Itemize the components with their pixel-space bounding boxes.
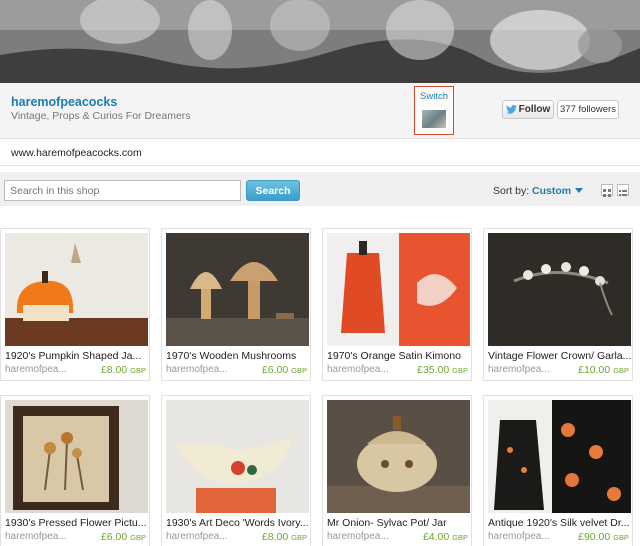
- listing-price: £35.00 GBP: [417, 364, 468, 376]
- listing-price: £10.00 GBP: [578, 364, 629, 376]
- listing-card[interactable]: 1970's Wooden Mushrooms haremofpea... £6…: [161, 228, 311, 381]
- price-value: £10.00: [578, 364, 611, 376]
- listing-title[interactable]: Mr Onion- Sylvac Pot/ Jar: [327, 517, 470, 529]
- sort-dropdown[interactable]: Custom: [532, 185, 571, 197]
- listing-shop-name[interactable]: haremofpea...: [5, 531, 67, 542]
- price-value: £6.00: [100, 531, 128, 543]
- price-value: £8.00: [100, 364, 128, 376]
- sort-label: Sort by:: [493, 185, 530, 197]
- listing-image-gravy-boat[interactable]: [166, 400, 309, 513]
- listing-image-onion-pot[interactable]: [327, 400, 470, 513]
- follow-label: Follow: [518, 104, 551, 115]
- followers-count[interactable]: 377 followers: [557, 100, 619, 119]
- listing-price: £4.00 GBP: [423, 531, 468, 543]
- price-currency: GBP: [130, 366, 146, 375]
- listing-card[interactable]: Vintage Flower Crown/ Garla... haremofpe…: [483, 228, 633, 381]
- listing-card[interactable]: 1930's Pressed Flower Pictu... haremofpe…: [0, 395, 150, 546]
- shop-url-link[interactable]: www.haremofpeacocks.com: [11, 147, 142, 159]
- listing-shop-name[interactable]: haremofpea...: [488, 364, 550, 375]
- listing-price: £90.00 GBP: [578, 531, 629, 543]
- listing-price: £8.00 GBP: [262, 531, 307, 543]
- listing-price: £6.00 GBP: [262, 364, 307, 376]
- listing-title[interactable]: 1970's Orange Satin Kimono: [327, 350, 470, 362]
- listing-shop-name[interactable]: haremofpea...: [166, 364, 228, 375]
- listing-image-flower-crown[interactable]: [488, 233, 631, 346]
- listing-title[interactable]: 1970's Wooden Mushrooms: [166, 350, 309, 362]
- price-currency: GBP: [452, 533, 468, 542]
- chevron-down-icon[interactable]: [575, 188, 583, 193]
- listing-card[interactable]: Antique 1920's Silk velvet Dr... haremof…: [483, 395, 633, 546]
- price-value: £90.00: [578, 531, 611, 543]
- listing-card[interactable]: Mr Onion- Sylvac Pot/ Jar haremofpea... …: [322, 395, 472, 546]
- listing-card[interactable]: 1920's Pumpkin Shaped Ja... haremofpea..…: [0, 228, 150, 381]
- listing-price: £6.00 GBP: [101, 531, 146, 543]
- switch-label: Switch: [420, 91, 448, 102]
- listing-shop-name[interactable]: haremofpea...: [327, 531, 389, 542]
- shop-header: haremofpeacocks Vintage, Props & Curios …: [0, 83, 640, 139]
- grid-view-icon[interactable]: [601, 184, 613, 197]
- search-button[interactable]: Search: [246, 180, 300, 201]
- switch-thumbnail: [421, 109, 447, 129]
- price-currency: GBP: [613, 366, 629, 375]
- price-value: £35.00: [417, 364, 450, 376]
- price-value: £4.00: [422, 531, 450, 543]
- listing-image-pumpkin-jar[interactable]: [5, 233, 148, 346]
- listing-card[interactable]: 1930's Art Deco 'Words Ivory... haremofp…: [161, 395, 311, 546]
- switch-button[interactable]: Switch: [414, 86, 454, 135]
- shop-tagline: Vintage, Props & Curios For Dreamers: [11, 110, 191, 122]
- listing-price: £8.00 GBP: [101, 364, 146, 376]
- listing-image-pressed-flower[interactable]: [5, 400, 148, 513]
- listing-title[interactable]: 1930's Pressed Flower Pictu...: [5, 517, 148, 529]
- listing-image-orange-kimono[interactable]: [327, 233, 470, 346]
- listing-title[interactable]: 1930's Art Deco 'Words Ivory...: [166, 517, 309, 529]
- listing-card[interactable]: 1970's Orange Satin Kimono haremofpea...…: [322, 228, 472, 381]
- shop-url-row: www.haremofpeacocks.com: [0, 140, 640, 166]
- price-currency: GBP: [452, 366, 468, 375]
- listing-image-velvet-dress[interactable]: [488, 400, 631, 513]
- price-currency: GBP: [291, 533, 307, 542]
- price-currency: GBP: [613, 533, 629, 542]
- listing-shop-name[interactable]: haremofpea...: [5, 364, 67, 375]
- listing-title[interactable]: 1920's Pumpkin Shaped Ja...: [5, 350, 148, 362]
- twitter-bird-icon: [505, 105, 517, 114]
- price-value: £6.00: [261, 364, 289, 376]
- listing-title[interactable]: Vintage Flower Crown/ Garla...: [488, 350, 631, 362]
- listing-shop-name[interactable]: haremofpea...: [327, 364, 389, 375]
- listing-shop-name[interactable]: haremofpea...: [166, 531, 228, 542]
- listing-title[interactable]: Antique 1920's Silk velvet Dr...: [488, 517, 631, 529]
- listing-image-wooden-mushrooms[interactable]: [166, 233, 309, 346]
- price-currency: GBP: [130, 533, 146, 542]
- price-value: £8.00: [261, 531, 289, 543]
- price-currency: GBP: [291, 366, 307, 375]
- shop-search-bar: Search Sort by: Custom: [0, 172, 640, 206]
- shop-banner-image: [0, 0, 640, 83]
- follow-button[interactable]: Follow: [502, 100, 554, 119]
- listing-shop-name[interactable]: haremofpea...: [488, 531, 550, 542]
- list-view-icon[interactable]: [617, 184, 629, 196]
- shop-name-link[interactable]: haremofpeacocks: [11, 95, 117, 109]
- shop-search-input[interactable]: [4, 180, 241, 201]
